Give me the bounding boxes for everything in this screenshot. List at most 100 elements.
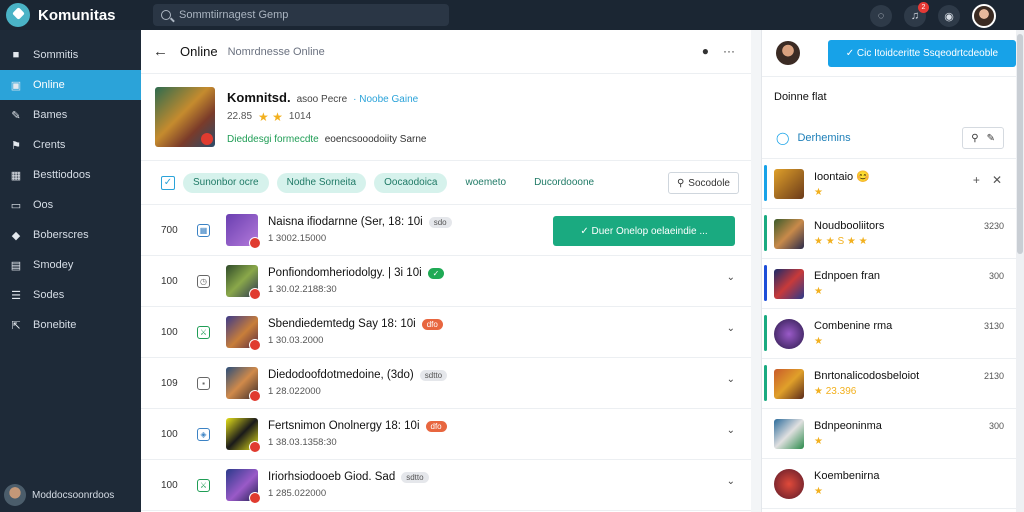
settings-icon[interactable]: ◉ <box>938 5 960 27</box>
section-label[interactable]: Derhemins <box>797 132 850 144</box>
sidebar-item-label: Bames <box>33 109 68 121</box>
table-row[interactable]: 100 ◈ Fertsnimon Onolnergy 18: 10i dfo 1 … <box>141 409 751 460</box>
avatar[interactable] <box>776 41 800 65</box>
sidebar-item-sodes[interactable]: ☰ Sodes <box>0 280 141 310</box>
sidebar-item-crents[interactable]: ⚑ Crents <box>0 130 141 160</box>
row-number: 100 <box>161 479 178 491</box>
smile-icon: 😊 <box>856 170 870 183</box>
select-all-checkbox[interactable]: ✓ <box>161 175 175 190</box>
star-rating: ★ 23.396 <box>814 386 857 397</box>
filter-button[interactable]: ⚲ Socodole <box>667 172 739 194</box>
search-icon <box>161 10 171 20</box>
accent-bar <box>764 215 767 251</box>
grid-icon: ▦ <box>10 169 22 182</box>
chevron-down-icon[interactable]: ⌄ <box>727 272 735 283</box>
filter-chip[interactable]: Nodhe Sorneita <box>276 172 367 193</box>
list-item[interactable]: Combenine rma ★ 3130 <box>762 309 1016 359</box>
game-title: Komnitsd. <box>227 89 291 105</box>
list-item-value: 3130 <box>983 321 1004 331</box>
sidebar-user[interactable]: Moddocsoonrdoos <box>4 484 114 506</box>
search-icon[interactable]: ⚲ <box>971 133 978 144</box>
star-rating: ★ <box>814 186 823 198</box>
list-item[interactable]: Koembenirna ★ <box>762 459 1016 509</box>
notification-icon[interactable]: ♫ 2 <box>904 2 929 27</box>
list-item[interactable]: Noudbooliitors ★ ★ S ★ ★ 3230 <box>762 209 1016 259</box>
table-row[interactable]: 100 ⚔ Iriorhsiodooeb Giod. Sad sdtto 1 28… <box>141 460 751 511</box>
cta-button[interactable]: ✓ Cic Itoidceritte Ssqeodrtcdeoble <box>827 39 1016 67</box>
row-date: 1 285.022000 <box>268 488 327 499</box>
filter-bar: ✓ Sunonbor ocre Nodhe Sorneita Oocaodoic… <box>141 161 751 205</box>
sidebar-item-oos[interactable]: ▭ Oos <box>0 190 141 220</box>
table-row[interactable]: 100 ◷ Ponfiondomheriodolgy. | 3i 10i ✓ 1 … <box>141 256 751 307</box>
game-tag[interactable]: eoencsooodoiity Sarne <box>325 134 427 145</box>
sidebar-item-bames[interactable]: ✎ Bames <box>0 100 141 130</box>
chevron-down-icon[interactable]: ⌄ <box>727 476 735 487</box>
row-avatar <box>226 316 261 351</box>
chevron-down-icon[interactable]: ⌄ <box>727 374 735 385</box>
row-title: Iriorhsiodooeb Giod. Sad <box>268 471 396 483</box>
chevron-down-icon[interactable]: ⌄ <box>727 323 735 334</box>
right-section-header: ◯ Derhemins ⚲ ✎ <box>762 117 1016 159</box>
row-pill: ✓ <box>427 267 445 279</box>
list-item-value: 300 <box>988 271 1004 281</box>
row-date: 1 30.02.2188:30 <box>268 284 337 295</box>
list-item[interactable]: Bdnpeoninma ★ 300 <box>762 409 1016 459</box>
add-icon[interactable]: + <box>973 173 980 187</box>
list-item[interactable]: Ednpoen fran ★ 300 <box>762 259 1016 309</box>
table-row[interactable]: 100 ⚔ Sbendiedemtedg Say 18: 10i dfo 1 30… <box>141 307 751 358</box>
table-row[interactable]: 109 ▪ Diedodoofdotmedoine, (3do) sdtto 1 … <box>141 358 751 409</box>
row-pill: sdtto <box>419 369 448 381</box>
filter-chip[interactable]: woemeto <box>455 173 516 193</box>
back-arrow-icon[interactable]: ← <box>153 43 168 60</box>
logo[interactable]: Komunitas <box>0 3 141 27</box>
game-online-label: · Noobe Gaine <box>353 93 419 105</box>
sidebar-item-besttiodoos[interactable]: ▦ Besttiodoos <box>0 160 141 190</box>
sidebar-item-bonebite[interactable]: ⇱ Bonebite <box>0 310 141 340</box>
list-item[interactable]: Bnrtonalicodosbeloiot ★ 23.396 2130 <box>762 359 1016 409</box>
sidebar-item-label: Oos <box>33 199 54 211</box>
window-icon: ▭ <box>10 199 22 212</box>
chat-bubble-icon[interactable]: ● <box>702 44 709 58</box>
grid-icon: ▦ <box>197 223 210 237</box>
list-item-image <box>774 218 804 249</box>
sidebar-item-online[interactable]: ▣ Online <box>0 70 141 100</box>
lock-icon: ▪ <box>197 376 210 390</box>
row-date: 1 38.03.1358:30 <box>268 437 337 448</box>
calendar-icon: ▤ <box>10 259 22 272</box>
more-options-icon[interactable]: ··· <box>723 44 735 58</box>
sidebar-item-label: Besttiodoos <box>33 169 91 181</box>
user-avatar[interactable] <box>972 4 996 28</box>
row-date: 1 28.022000 <box>268 386 321 397</box>
check-icon: ✓ <box>845 47 857 59</box>
right-heading: Doinne flat <box>774 91 827 103</box>
filter-chip[interactable]: Oocaodoica <box>374 172 448 193</box>
list-item-name: Noudbooliitors <box>814 220 885 232</box>
chevron-down-icon[interactable]: ⌄ <box>727 425 735 436</box>
list-item[interactable]: Ioontaio 😊 ★ + ✕ <box>762 159 1016 209</box>
filter-chip[interactable]: Ducordooone <box>524 173 604 193</box>
list-item-image <box>774 418 804 449</box>
join-button[interactable]: ✓ Duer Onelop oelaeindie ... <box>553 216 735 246</box>
scrollbar-thumb[interactable] <box>1017 34 1023 254</box>
close-icon[interactable]: ✕ <box>992 173 1002 187</box>
search-bar[interactable] <box>153 4 449 26</box>
row-number: 100 <box>161 275 178 287</box>
scrollbar[interactable] <box>1016 30 1024 512</box>
sidebar-item-label: Smodey <box>33 259 74 271</box>
sidebar-item-boberscres[interactable]: ◆ Boberscres <box>0 220 141 250</box>
search-input[interactable] <box>179 9 429 21</box>
edit-icon[interactable]: ✎ <box>987 133 995 144</box>
table-row[interactable]: 700 ▦ Naisna ifiodarnne (Ser, 18: 10i sdo… <box>141 205 751 256</box>
game-tag[interactable]: Dieddesgi formecdte <box>227 134 319 145</box>
sidebar-item-sommitis[interactable]: ■ Sommitis <box>0 40 141 70</box>
sidebar-item-smodey[interactable]: ▤ Smodey <box>0 250 141 280</box>
game-cover-image[interactable] <box>155 87 215 147</box>
filter-icon: ⚲ <box>676 177 685 189</box>
main-panel: ← Online Nomrdnesse Online ● ··· Komnits… <box>141 30 751 512</box>
sidebar-item-label: Sodes <box>33 289 65 301</box>
filter-chip[interactable]: Sunonbor ocre <box>183 172 269 193</box>
sword-icon: ⚔ <box>197 478 210 492</box>
accent-bar <box>764 165 767 201</box>
chat-icon[interactable]: ◌ <box>870 5 892 27</box>
main-header: ← Online Nomrdnesse Online ● ··· <box>141 30 751 74</box>
